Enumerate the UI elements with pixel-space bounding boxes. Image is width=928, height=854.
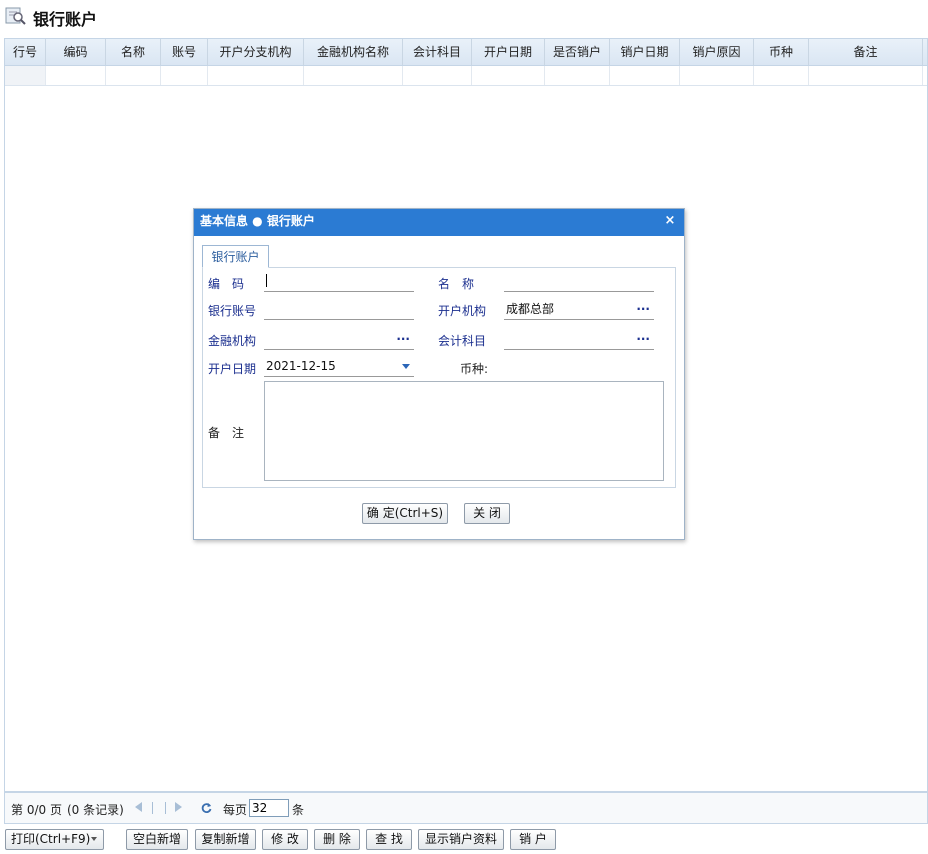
page-size-input[interactable]: [249, 799, 289, 817]
code-label: 编 码: [208, 277, 245, 291]
table-cell: [208, 66, 304, 85]
branch-value: 成都总部: [506, 302, 555, 316]
subject-field[interactable]: ···: [504, 330, 654, 350]
row-number-cell: [5, 66, 46, 85]
search-doc-icon: [5, 7, 26, 25]
open-date-value: 2021-12-15: [266, 359, 336, 373]
copy-new-button[interactable]: 复制新增: [195, 829, 256, 850]
branch-field[interactable]: 成都总部 ···: [504, 300, 654, 320]
subject-label: 会计科目: [438, 334, 487, 348]
last-page-button[interactable]: [175, 802, 185, 814]
column-header-remark[interactable]: 备注: [809, 39, 923, 65]
name-label: 名 称: [438, 277, 475, 291]
open-date-label: 开户日期: [208, 362, 257, 376]
remark-textarea[interactable]: [264, 381, 664, 481]
next-page-button[interactable]: [165, 802, 175, 814]
column-header-close-date[interactable]: 销户日期: [610, 39, 680, 65]
bottom-toolbar: 打印(Ctrl+F9) 空白新增 复制新增 修 改 删 除 查 找 显示销户资料…: [0, 826, 928, 854]
triangle-right-icon: [175, 802, 182, 812]
column-header-is-closed[interactable]: 是否销户: [545, 39, 610, 65]
dialog-title-bar: 基本信息 ● 银行账户 ×: [194, 209, 684, 236]
table-cell: [46, 66, 106, 85]
separator: [152, 802, 153, 814]
column-header-row-number[interactable]: 行号: [5, 39, 46, 65]
prev-page-button[interactable]: [152, 802, 162, 814]
record-count: (0 条记录): [67, 803, 124, 817]
triangle-left-icon: [135, 802, 142, 812]
page-indicator: 第 0/0 页: [11, 803, 62, 817]
name-field[interactable]: [504, 272, 654, 292]
grid-header: 行号 编码 名称 账号 开户分支机构 金融机构名称 会计科目 开户日期 是否销户…: [5, 39, 927, 66]
find-button[interactable]: 查 找: [366, 829, 412, 850]
refresh-icon[interactable]: [201, 802, 212, 814]
dialog-title: 基本信息 ● 银行账户: [200, 214, 315, 228]
column-header-branch[interactable]: 开户分支机构: [208, 39, 304, 65]
bank-label: 金融机构: [208, 334, 257, 348]
table-cell: [106, 66, 161, 85]
per-page-unit: 条: [292, 803, 305, 817]
close-dialog-button[interactable]: 关 闭: [464, 503, 510, 524]
table-cell: [472, 66, 545, 85]
text-cursor: [266, 274, 267, 287]
dropdown-arrow-icon[interactable]: [91, 837, 97, 841]
print-button-label: 打印(Ctrl+F9): [11, 832, 91, 846]
table-cell: [304, 66, 403, 85]
column-header-subject[interactable]: 会计科目: [403, 39, 472, 65]
column-header-bank-name[interactable]: 金融机构名称: [304, 39, 403, 65]
page-title: 银行账户: [33, 10, 98, 29]
per-page-label: 每页: [223, 803, 248, 817]
table-cell: [610, 66, 680, 85]
pager: 第 0/0 页 (0 条记录) 每页 条: [4, 792, 928, 824]
show-closed-accounts-button[interactable]: 显示销户资料: [418, 829, 504, 850]
bank-account-dialog: 基本信息 ● 银行账户 × 银行账户 编 码 名 称 银行账号 开户机构 成都总…: [193, 208, 685, 540]
bank-field[interactable]: ···: [264, 330, 414, 350]
table-cell: [680, 66, 754, 85]
ellipsis-icon[interactable]: ···: [636, 300, 650, 318]
close-icon[interactable]: ×: [664, 214, 676, 227]
open-date-field[interactable]: 2021-12-15: [264, 357, 414, 377]
remark-label: 备 注: [208, 426, 245, 440]
close-account-button[interactable]: 销 户: [510, 829, 556, 850]
account-number-field[interactable]: [264, 300, 414, 320]
branch-label: 开户机构: [438, 304, 487, 318]
ellipsis-icon[interactable]: ···: [636, 330, 650, 348]
tab-bank-account[interactable]: 银行账户: [202, 245, 269, 268]
currency-label: 币种:: [460, 362, 489, 376]
table-cell: [403, 66, 472, 85]
column-header-close-reason[interactable]: 销户原因: [680, 39, 754, 65]
table-cell: [545, 66, 610, 85]
column-header-name[interactable]: 名称: [106, 39, 161, 65]
print-button[interactable]: 打印(Ctrl+F9): [5, 829, 104, 850]
table-cell: [809, 66, 923, 85]
column-header-code[interactable]: 编码: [46, 39, 106, 65]
confirm-button[interactable]: 确 定(Ctrl+S): [362, 503, 448, 524]
column-header-account[interactable]: 账号: [161, 39, 208, 65]
table-row[interactable]: [5, 66, 927, 86]
table-cell: [161, 66, 208, 85]
column-header-currency[interactable]: 币种: [754, 39, 809, 65]
delete-button[interactable]: 删 除: [314, 829, 360, 850]
ellipsis-icon[interactable]: ···: [396, 330, 410, 348]
edit-button[interactable]: 修 改: [262, 829, 308, 850]
column-header-open-date[interactable]: 开户日期: [472, 39, 545, 65]
table-cell: [754, 66, 809, 85]
new-blank-button[interactable]: 空白新增: [126, 829, 188, 850]
first-page-button[interactable]: [135, 802, 145, 814]
separator: [165, 802, 166, 814]
title-bar: 银行账户: [0, 0, 928, 36]
code-field[interactable]: [264, 272, 414, 292]
chevron-down-icon[interactable]: [402, 364, 410, 369]
account-number-label: 银行账号: [208, 304, 257, 318]
